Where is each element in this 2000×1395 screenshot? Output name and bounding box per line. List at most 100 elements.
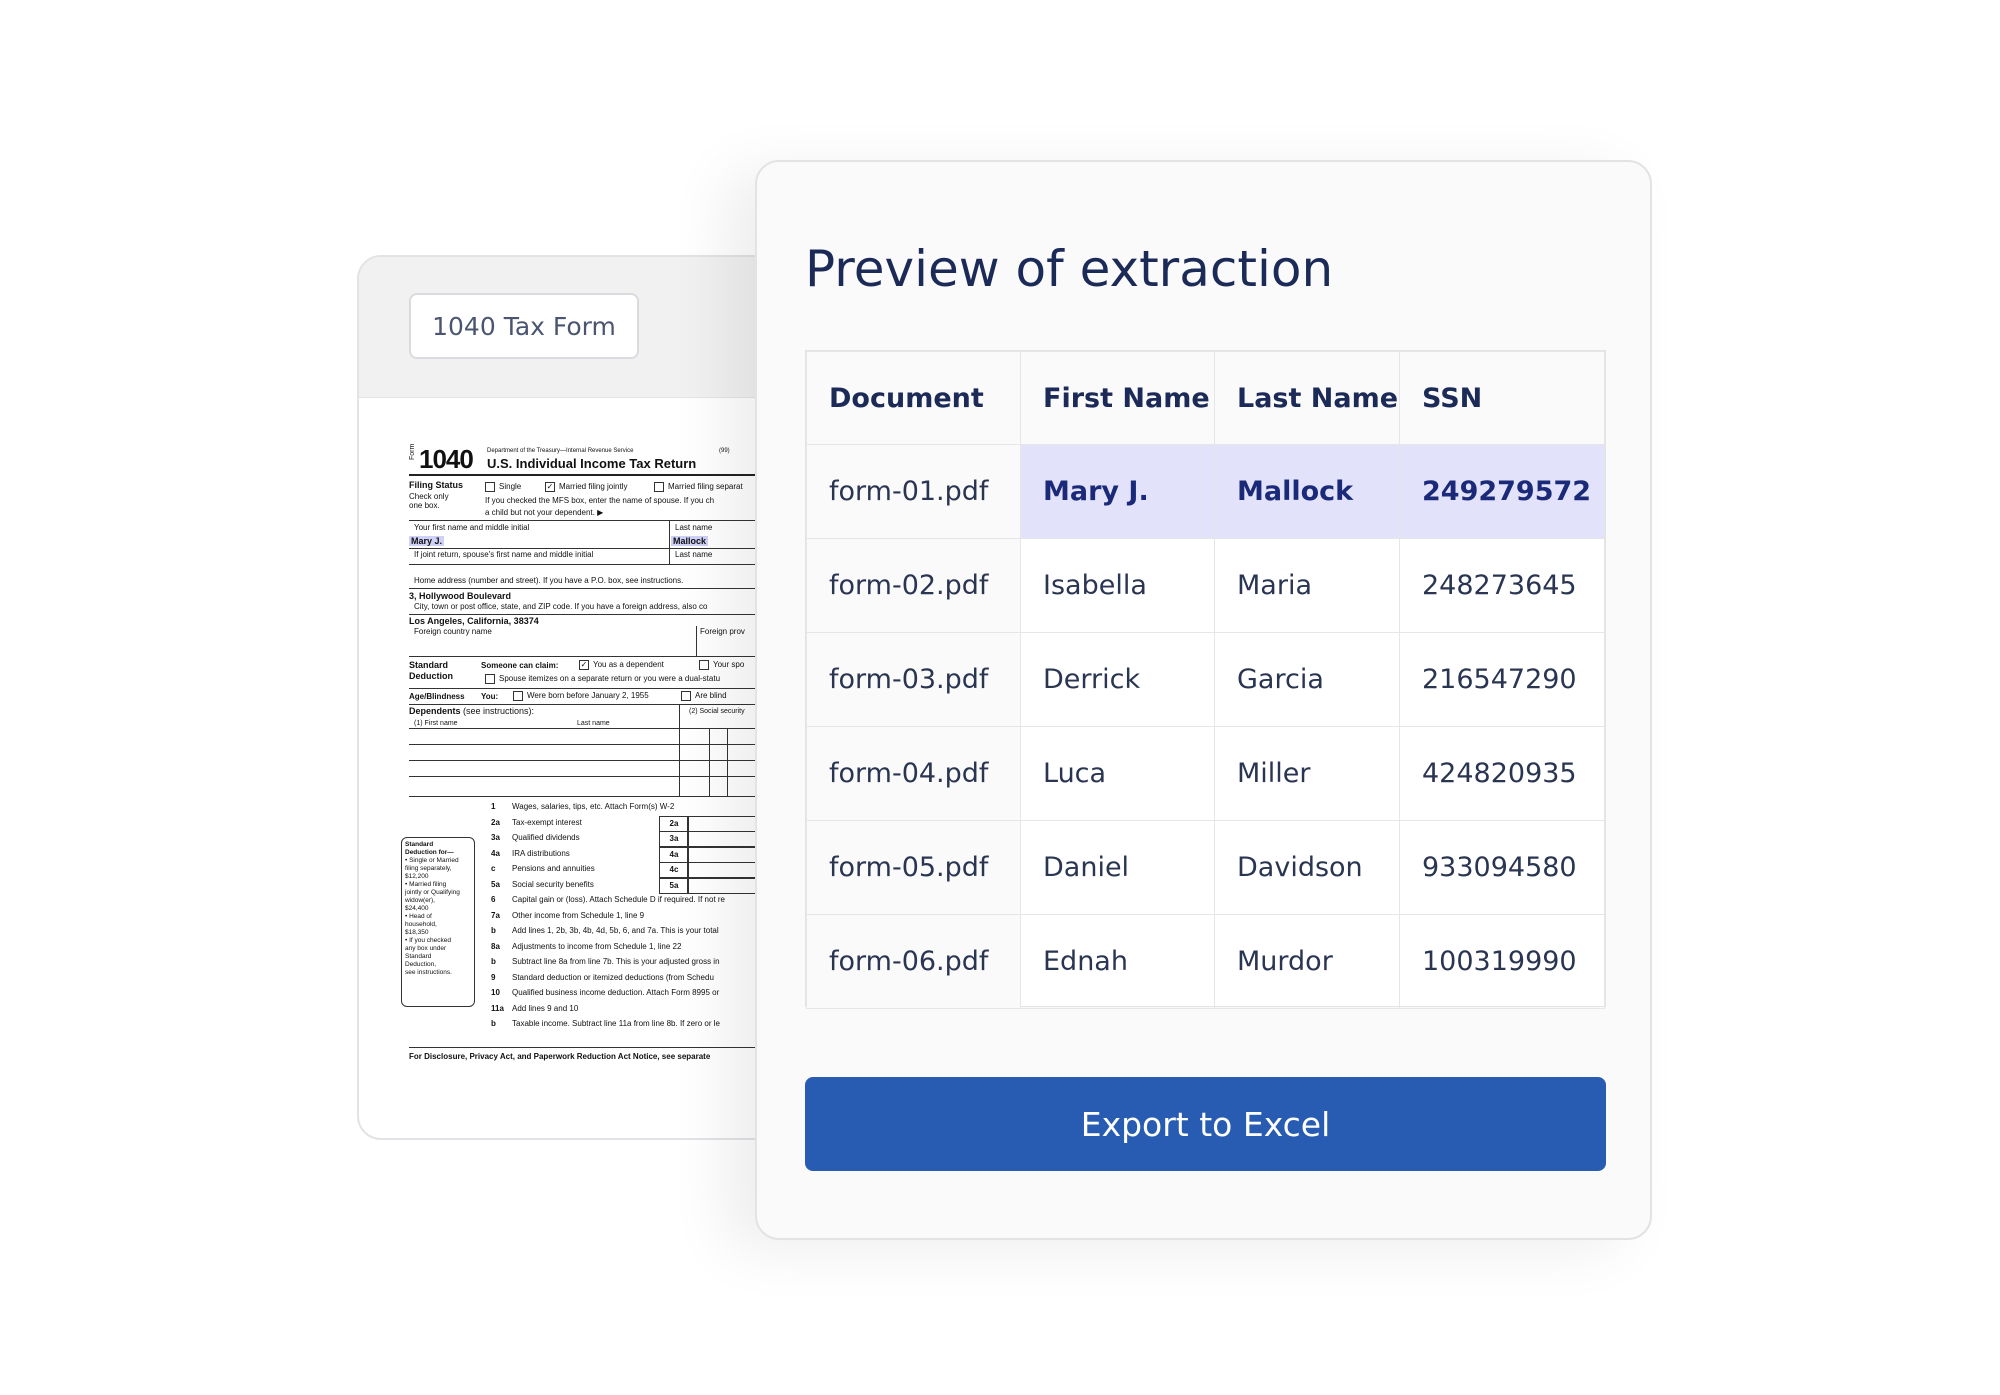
cell-first-name: Daniel xyxy=(1020,820,1215,915)
cell-document: form-06.pdf xyxy=(806,914,1021,1009)
table-row[interactable]: form-04.pdf Luca Miller 424820935 xyxy=(806,726,1605,821)
cell-ssn: 100319990 xyxy=(1399,914,1605,1009)
std-deduction-line: • Head of xyxy=(405,913,432,920)
line-number: 7a xyxy=(491,910,500,920)
std-deduction-line: household, xyxy=(405,921,437,928)
foreign-province-label: Foreign prov xyxy=(700,627,745,636)
line-number: 6 xyxy=(491,895,496,904)
checkbox-icon xyxy=(513,691,523,701)
cell-first-name: Ednah xyxy=(1020,914,1215,1009)
you-dependent-option: ✓ You as a dependent xyxy=(579,660,664,670)
line-text: IRA distributions xyxy=(512,848,570,858)
extraction-table: Document First Name Last Name SSN form-0… xyxy=(805,350,1606,1009)
home-address-value: 3, Hollywood Boulevard xyxy=(409,591,512,601)
check-only-label: Check only xyxy=(409,492,449,501)
line-number: 1 xyxy=(491,802,496,811)
cell-last-name: Miller xyxy=(1214,726,1400,821)
line-box: 3a xyxy=(659,831,689,847)
cell-document: form-04.pdf xyxy=(806,726,1021,821)
column-header-last-name: Last Name xyxy=(1214,351,1400,445)
cell-document: form-02.pdf xyxy=(806,538,1021,633)
spouse-name-label: If joint return, spouse's first name and… xyxy=(414,550,594,559)
cell-ssn: 216547290 xyxy=(1399,632,1605,727)
line-number: c xyxy=(491,864,496,873)
filing-status-label: Filing Status xyxy=(409,480,463,490)
std-deduction-line: Deduction for— xyxy=(405,849,454,856)
column-header-first-name: First Name xyxy=(1020,351,1215,445)
form-label: Form xyxy=(409,443,416,460)
line-text: Tax-exempt interest xyxy=(512,817,582,827)
line-text: Capital gain or (loss). Attach Schedule … xyxy=(512,895,725,904)
std-deduction-line: see instructions. xyxy=(405,969,452,976)
line-text: Standard deduction or itemized deduction… xyxy=(512,972,714,982)
one-box-label: one box. xyxy=(409,501,440,510)
spouse-itemizes-option: Spouse itemizes on a separate return or … xyxy=(485,674,720,684)
checked-checkbox-icon: ✓ xyxy=(579,660,589,670)
filing-single-option: Single xyxy=(485,482,521,492)
age-blindness-label: Age/Blindness xyxy=(409,692,465,701)
line-text: Other income from Schedule 1, line 9 xyxy=(512,910,645,920)
cell-ssn: 249279572 xyxy=(1399,444,1605,539)
someone-claim-label: Someone can claim: xyxy=(481,661,559,670)
home-address-label: Home address (number and street). If you… xyxy=(414,576,684,585)
born-before-option: Were born before January 2, 1955 xyxy=(513,691,649,701)
cell-ssn: 933094580 xyxy=(1399,820,1605,915)
mfs-note: If you checked the MFS box, enter the na… xyxy=(485,496,715,505)
cell-ssn: 248273645 xyxy=(1399,538,1605,633)
preview-title: Preview of extraction xyxy=(805,240,1334,298)
table-row[interactable]: form-01.pdf Mary J. Mallock 249279572 xyxy=(806,444,1605,539)
line-text: Social security benefits xyxy=(512,879,594,889)
foreign-country-label: Foreign country name xyxy=(414,627,492,636)
filing-joint-option: ✓ Married filing jointly xyxy=(545,482,628,492)
line-number: 8a xyxy=(491,941,500,951)
form-code: (99) xyxy=(719,448,730,454)
city-label: City, town or post office, state, and ZI… xyxy=(414,602,708,611)
table-row[interactable]: form-06.pdf Ednah Murdor 100319990 xyxy=(806,914,1605,1009)
checkbox-icon xyxy=(681,691,691,701)
dependent-ssn-label: (2) Social security xyxy=(689,708,745,715)
line-text: Wages, salaries, tips, etc. Attach Form(… xyxy=(512,802,675,811)
checkbox-icon xyxy=(699,660,709,670)
table-row[interactable]: form-03.pdf Derrick Garcia 216547290 xyxy=(806,632,1605,727)
checkbox-icon xyxy=(485,674,495,684)
cell-document: form-05.pdf xyxy=(806,820,1021,915)
line-text: Add lines 9 and 10 xyxy=(512,1003,579,1013)
line-number: 9 xyxy=(491,972,496,982)
std-deduction-line: Standard xyxy=(405,841,434,848)
dependent-last-name-label: Last name xyxy=(577,720,610,727)
std-deduction-line: any box under xyxy=(405,945,447,952)
line-box: 4c xyxy=(659,862,689,878)
line-box: 2a xyxy=(659,815,689,832)
line-number: 5a xyxy=(491,879,500,889)
last-name-label: Last name xyxy=(675,523,713,532)
cell-last-name: Maria xyxy=(1214,538,1400,633)
cell-first-name: Derrick xyxy=(1020,632,1215,727)
line-text: Pensions and annuities xyxy=(512,864,595,873)
filing-separate-option: Married filing separat xyxy=(654,482,743,492)
extraction-preview-card: Preview of extraction Document First Nam… xyxy=(755,160,1652,1240)
std-deduction-line: Standard xyxy=(405,953,432,960)
std-deduction-line: $24,400 xyxy=(405,905,429,912)
line-box: 4a xyxy=(659,846,689,863)
checkbox-icon xyxy=(654,482,664,492)
form-title: U.S. Individual Income Tax Return xyxy=(487,456,697,471)
cell-last-name: Murdor xyxy=(1214,914,1400,1009)
are-blind-option: Are blind xyxy=(681,691,727,701)
column-header-ssn: SSN xyxy=(1399,351,1605,445)
line-number: b xyxy=(491,1019,496,1028)
export-to-excel-button[interactable]: Export to Excel xyxy=(805,1077,1606,1171)
line-number: b xyxy=(491,926,496,935)
checked-checkbox-icon: ✓ xyxy=(545,482,555,492)
table-row[interactable]: form-02.pdf Isabella Maria 248273645 xyxy=(806,538,1605,633)
your-spouse-option: Your spo xyxy=(699,660,744,670)
std-deduction-line: Deduction, xyxy=(405,961,437,968)
std-deduction-line: • Married filing xyxy=(405,881,447,888)
column-header-document: Document xyxy=(806,351,1021,445)
std-deduction-line: filing separately, xyxy=(405,865,452,872)
std-deduction-line: $18,350 xyxy=(405,929,429,936)
spouse-last-name-label: Last name xyxy=(675,550,713,559)
table-row[interactable]: form-05.pdf Daniel Davidson 933094580 xyxy=(806,820,1605,915)
line-number: 4a xyxy=(491,848,500,858)
dependents-heading: Dependents (see instructions): xyxy=(409,706,535,716)
standard-deduction-box: Standard Deduction for— • Single or Marrie… xyxy=(401,837,475,1007)
